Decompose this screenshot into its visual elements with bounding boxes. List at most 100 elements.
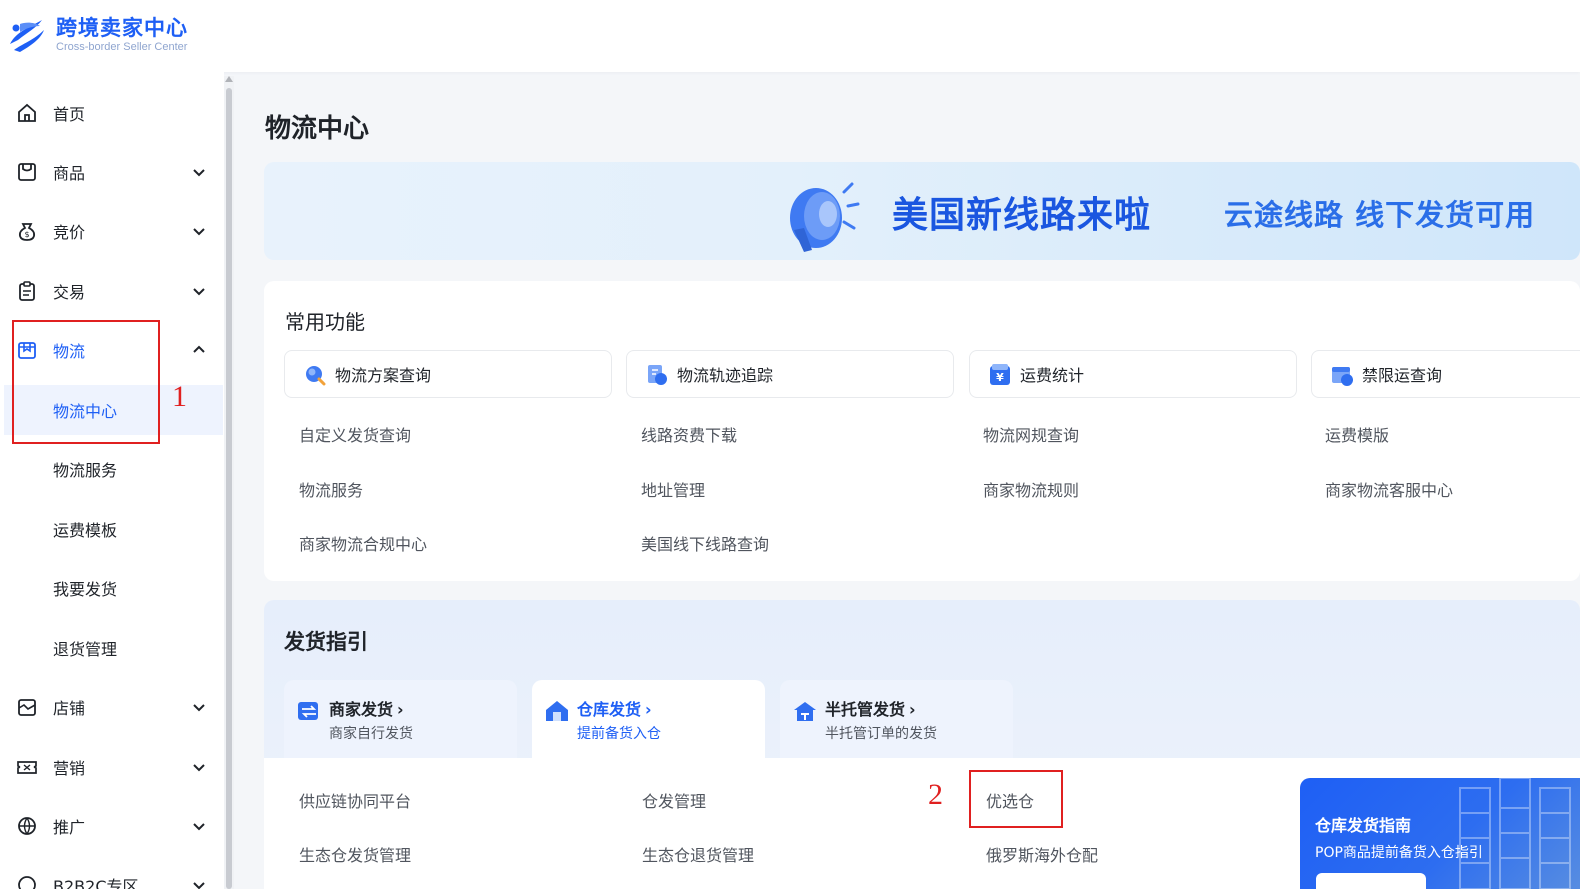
common-functions-title: 常用功能 [285,310,365,334]
shipping-guide-section: 发货指引 商家发货 › 商家自行发货 仓库发货 › 提前备货入仓 半托管发货 › 半托… [264,600,1580,889]
scroll-up-arrow-icon[interactable] [225,76,233,82]
logistics-plan-query-button[interactable]: 物流方案查询 [284,350,612,398]
chevron-right-icon: › [397,700,404,719]
chevron-down-icon [193,288,205,296]
warehouse-guide-promo[interactable]: 仓库发货指南 POP商品提前备货入仓指引 [1300,778,1580,889]
link-custom-shipping-query[interactable]: 自定义发货查询 [299,422,411,446]
chevron-down-icon [193,764,205,772]
button-label: 禁限运查询 [1362,366,1443,385]
promo-button[interactable] [1316,873,1426,889]
button-label: 运费统计 [1020,366,1085,385]
sidebar-item-label: 店铺 [53,699,86,718]
promo-subtitle: POP商品提前备货入仓指引 [1315,845,1483,861]
link-eco-warehouse-shipping[interactable]: 生态仓发货管理 [299,842,411,866]
tab-subtitle: 提前备货入仓 [577,726,661,742]
sidebar-item-label: 商品 [53,164,86,183]
megaphone-icon [790,182,860,252]
sidebar-item-bidding[interactable]: $ 竞价 [0,208,224,254]
chevron-right-icon: › [645,700,652,719]
sidebar-item-label: 营销 [53,759,86,778]
restricted-icon [1332,367,1353,386]
link-merchant-logistics-rules[interactable]: 商家物流规则 [983,477,1079,501]
button-label: 物流方案查询 [335,366,432,385]
sidebar: 首页 商品 $ 竞价 交易 物流 物流中心 物流服务 运费模板 我要发货 退货管… [0,72,224,889]
top-header: 跨境卖家中心 Cross-border Seller Center [0,0,1580,72]
sidebar-sub-logistics-service[interactable]: 物流服务 [0,444,224,494]
semi-managed-icon [794,702,816,721]
link-eco-warehouse-returns[interactable]: 生态仓退货管理 [642,842,754,866]
sidebar-item-label: 竞价 [53,223,86,242]
search-icon [306,366,326,386]
sidebar-scrollbar[interactable] [224,76,234,889]
sidebar-item-store[interactable]: 店铺 [0,684,224,730]
annotation-box-1 [12,320,160,444]
app-logo[interactable]: 跨境卖家中心 Cross-border Seller Center [6,14,188,54]
yuan-icon: ¥ [990,364,1010,385]
link-warehouse-management[interactable]: 仓发管理 [642,788,706,812]
link-freight-template[interactable]: 运费模版 [1325,422,1389,446]
tab-warehouse-shipping[interactable]: 仓库发货 › 提前备货入仓 [532,680,765,758]
sidebar-sub-label: 我要发货 [53,580,118,599]
common-functions-card: 常用功能 物流方案查询 物流轨迹追踪 ¥ 运费统计 禁限运查询 自定义发货查询 … [264,281,1580,581]
sidebar-item-promotion[interactable]: 推广 [0,803,224,849]
sidebar-sub-label: 退货管理 [53,640,118,659]
link-address-management[interactable]: 地址管理 [641,477,705,501]
annotation-number-1: 1 [172,380,187,413]
sidebar-item-trade[interactable]: 交易 [0,268,224,314]
sidebar-item-label: B2B2C专区 [53,877,139,889]
restricted-query-button[interactable]: 禁限运查询 [1311,350,1580,398]
tab-subtitle: 半托管订单的发货 [825,726,937,742]
banner-subline: 云途线路 线下发货可用 [1224,198,1536,232]
logo-subtitle: Cross-border Seller Center [56,40,188,53]
shipping-guide-title: 发货指引 [284,630,368,654]
sidebar-sub-ship[interactable]: 我要发货 [0,563,224,613]
tab-title: 仓库发货 [577,700,642,719]
sidebar-sub-label: 物流服务 [53,461,118,480]
chevron-down-icon [193,882,205,889]
link-logistics-service[interactable]: 物流服务 [299,477,363,501]
banner-headline: 美国新线路来啦 [892,195,1152,236]
promo-title: 仓库发货指南 [1315,816,1412,835]
chevron-down-icon [193,704,205,712]
sidebar-item-label: 交易 [53,283,86,302]
scrollbar-thumb[interactable] [226,88,232,889]
sidebar-item-b2b2c[interactable]: B2B2C专区 [0,862,224,889]
tab-semi-managed-shipping[interactable]: 半托管发货 › 半托管订单的发货 [780,680,1013,758]
warehouse-icon [546,701,568,721]
tracking-button[interactable]: 物流轨迹追踪 [626,350,954,398]
link-supply-chain-platform[interactable]: 供应链协同平台 [299,788,411,812]
link-us-offline-route-query[interactable]: 美国线下线路查询 [641,531,769,555]
promotion-icon [18,817,36,835]
link-route-rate-download[interactable]: 线路资费下载 [641,422,737,446]
promo-banner[interactable]: 美国新线路来啦 云途线路 线下发货可用 [264,162,1580,260]
link-logistics-rules-query[interactable]: 物流网规查询 [983,422,1079,446]
sidebar-item-product[interactable]: 商品 [0,149,224,195]
link-logistics-support-center[interactable]: 商家物流客服中心 [1325,477,1453,501]
trade-icon [19,281,35,301]
bidding-icon: $ [18,223,36,241]
logo-icon [10,20,44,52]
sidebar-sub-returns[interactable]: 退货管理 [0,623,224,673]
freight-stats-button[interactable]: ¥ 运费统计 [969,350,1297,398]
chevron-down-icon [193,169,205,177]
merchant-shipping-icon [298,702,318,720]
chevron-down-icon [193,823,205,831]
logo-title: 跨境卖家中心 [56,15,188,40]
link-russia-overseas-warehouse[interactable]: 俄罗斯海外仓配 [986,842,1098,866]
svg-text:$: $ [24,230,29,239]
sidebar-item-label: 推广 [53,818,86,837]
tab-merchant-shipping[interactable]: 商家发货 › 商家自行发货 [284,680,517,758]
svg-text:¥: ¥ [996,371,1004,384]
sidebar-sub-label: 运费模板 [53,521,118,540]
sidebar-item-home[interactable]: 首页 [0,90,224,136]
button-label: 物流轨迹追踪 [677,366,774,385]
product-icon [18,163,36,181]
link-compliance-center[interactable]: 商家物流合规中心 [299,531,427,555]
tracking-icon [648,365,667,385]
annotation-box-2 [969,770,1063,828]
tab-title: 商家发货 [329,700,394,719]
sidebar-sub-freight-template[interactable]: 运费模板 [0,504,224,554]
sidebar-item-marketing[interactable]: 营销 [0,744,224,790]
b2b2c-icon [18,876,36,889]
chevron-up-icon [193,345,205,353]
